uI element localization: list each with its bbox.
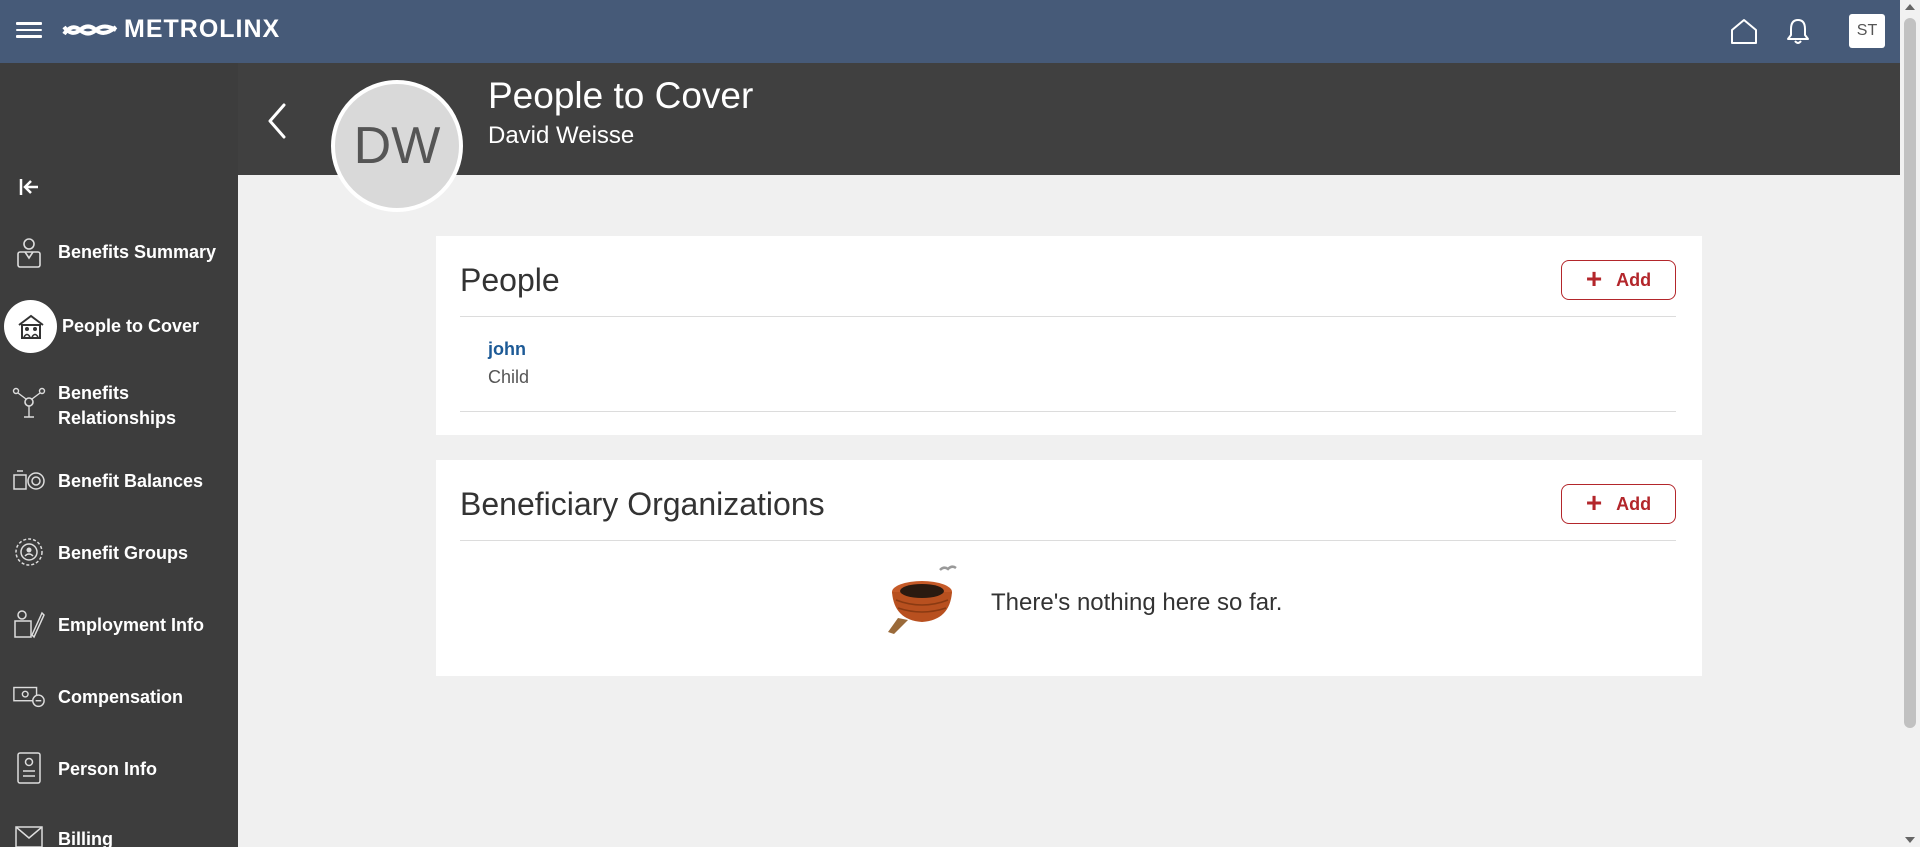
sidebar-item-compensation[interactable]: Compensation [0, 677, 238, 717]
sidebar-item-employment-info[interactable]: Employment Info [0, 605, 238, 645]
top-bar: METROLINX ST [0, 0, 1900, 63]
sidebar-item-label: Benefits Summary [58, 242, 217, 262]
beneficiary-organizations-card: Beneficiary Organizations + Add There's … [436, 460, 1702, 676]
add-button-label: Add [1616, 269, 1652, 290]
divider [460, 316, 1676, 317]
employment-icon [12, 607, 46, 641]
person-name-link[interactable]: john [488, 339, 526, 360]
sidebar-item-label: Benefits Relationships [58, 383, 177, 428]
add-organization-button[interactable]: + Add [1561, 484, 1676, 524]
divider [460, 540, 1676, 541]
page-scrollbar[interactable] [1900, 0, 1920, 847]
metrolinx-logo[interactable]: METROLINX [62, 15, 280, 44]
sidebar-item-label: Billing [58, 829, 113, 847]
back-arrow-icon[interactable] [262, 99, 292, 143]
sidebar-item-benefits-relationships[interactable]: Benefits Relationships [0, 379, 238, 435]
bell-icon[interactable] [1781, 14, 1815, 48]
empty-state-message: There's nothing here so far. [991, 589, 1283, 616]
balances-icon [12, 463, 46, 497]
user-menu-button[interactable]: ST [1849, 14, 1885, 48]
sidebar-item-label: Benefit Balances [58, 471, 204, 491]
scroll-thumb[interactable] [1904, 18, 1916, 728]
add-button-label: Add [1616, 493, 1652, 514]
person-info-icon [12, 751, 46, 785]
empty-nest-icon [888, 565, 957, 634]
groups-icon [12, 535, 46, 569]
avatar: DW [331, 80, 463, 212]
collapse-sidebar-icon[interactable] [16, 173, 44, 201]
home-icon[interactable] [1727, 14, 1761, 48]
sidebar-item-benefit-groups[interactable]: Benefit Groups [0, 533, 238, 573]
hamburger-menu-icon[interactable] [16, 18, 42, 44]
sidebar: Benefits Summary People to Cover Benefit… [0, 63, 238, 847]
sidebar-item-benefits-summary[interactable]: Benefits Summary [0, 233, 238, 273]
people-card-title: People [460, 262, 560, 298]
sidebar-item-person-info[interactable]: Person Info [0, 749, 238, 789]
metrolinx-mark-icon [62, 24, 118, 35]
brand-name: METROLINX [124, 15, 281, 43]
plus-icon: + [1585, 262, 1603, 294]
plus-icon: + [1585, 486, 1603, 518]
sidebar-item-benefit-balances[interactable]: Benefit Balances [0, 461, 238, 501]
person-summary-icon [12, 236, 46, 270]
house-people-icon [4, 300, 57, 353]
sidebar-item-people-to-cover[interactable]: People to Cover [0, 297, 238, 357]
sidebar-item-label: Employment Info [58, 615, 205, 635]
page-subtitle: David Weisse [488, 122, 635, 149]
sidebar-item-label: Compensation [58, 687, 184, 707]
divider [460, 411, 1676, 412]
page-header: DW People to Cover David Weisse [238, 63, 1900, 212]
add-person-button[interactable]: + Add [1561, 260, 1676, 300]
sidebar-item-label: Benefit Groups [58, 543, 189, 563]
scroll-down-arrow-icon[interactable] [1905, 837, 1915, 843]
sidebar-item-label: Person Info [58, 759, 158, 779]
beneficiary-organizations-title: Beneficiary Organizations [460, 486, 825, 522]
billing-icon [12, 819, 46, 847]
relationship-icon [12, 387, 46, 421]
sidebar-item-billing[interactable]: Billing [0, 819, 238, 847]
page-title: People to Cover [488, 75, 754, 116]
people-card: People + Add john Child [436, 236, 1702, 435]
sidebar-item-label: People to Cover [62, 316, 200, 336]
person-relationship: Child [488, 367, 530, 387]
compensation-icon [12, 679, 46, 713]
scroll-up-arrow-icon[interactable] [1905, 4, 1915, 10]
